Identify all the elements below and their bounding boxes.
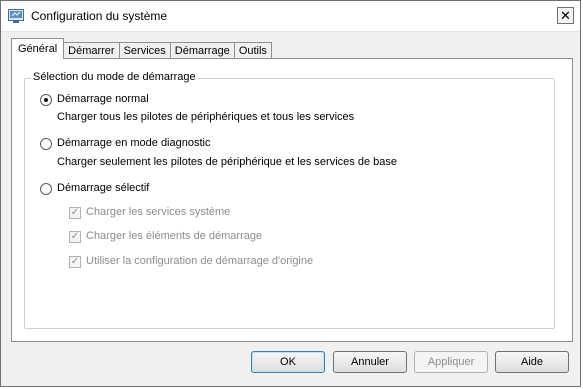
diagnostic-startup-description: Charger seulement les pilotes de périphé… — [57, 156, 397, 168]
group-legend: Sélection du mode de démarrage — [31, 71, 198, 83]
load-startup-items-checkbox[interactable]: ✓ — [69, 231, 81, 243]
selective-startup-label[interactable]: Démarrage sélectif — [57, 182, 149, 194]
normal-startup-label[interactable]: Démarrage normal — [57, 93, 149, 105]
msconfig-icon — [8, 9, 24, 23]
tab-boot[interactable]: Démarrer — [63, 42, 120, 59]
checkmark-icon: ✓ — [70, 256, 80, 267]
window-title: Configuration du système — [31, 9, 168, 23]
apply-button[interactable]: Appliquer — [414, 351, 488, 373]
normal-startup-description: Charger tous les pilotes de périphérique… — [57, 111, 355, 123]
system-config-window: Configuration du système ✕ Général Démar… — [0, 0, 581, 387]
ok-button[interactable]: OK — [251, 351, 325, 373]
diagnostic-startup-label[interactable]: Démarrage en mode diagnostic — [57, 137, 210, 149]
load-system-services-label: Charger les services système — [86, 206, 231, 218]
selective-startup-radio[interactable] — [40, 183, 52, 195]
normal-startup-radio[interactable] — [40, 94, 52, 106]
checkmark-icon: ✓ — [70, 231, 80, 242]
load-startup-items-label: Charger les éléments de démarrage — [86, 230, 263, 242]
load-system-services-checkbox[interactable]: ✓ — [69, 207, 81, 219]
use-original-boot-config-label: Utiliser la configuration de démarrage d… — [86, 255, 314, 267]
cancel-button[interactable]: Annuler — [333, 351, 407, 373]
close-icon: ✕ — [560, 8, 571, 23]
tab-strip: Général Démarrer Services Démarrage Outi… — [11, 38, 272, 59]
tab-startup[interactable]: Démarrage — [169, 42, 235, 59]
close-button[interactable]: ✕ — [557, 7, 574, 24]
use-original-boot-config-checkbox[interactable]: ✓ — [69, 256, 81, 268]
tab-general[interactable]: Général — [11, 38, 65, 59]
tab-tools[interactable]: Outils — [233, 42, 272, 59]
help-button[interactable]: Aide — [495, 351, 569, 373]
title-bar[interactable]: Configuration du système ✕ — [1, 1, 580, 32]
startup-selection-group: Sélection du mode de démarrage Démarrage… — [24, 71, 555, 329]
diagnostic-startup-radio[interactable] — [40, 138, 52, 150]
tab-services[interactable]: Services — [118, 42, 171, 59]
general-tab-panel: Sélection du mode de démarrage Démarrage… — [11, 58, 573, 342]
checkmark-icon: ✓ — [70, 207, 80, 218]
